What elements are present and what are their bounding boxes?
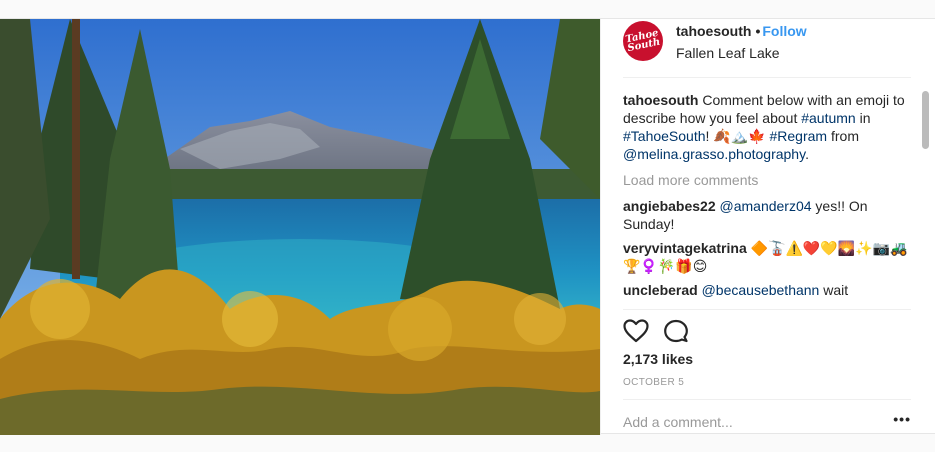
post-sidebar: Tahoe South tahoesouth • Follow Fallen Lea… — [600, 19, 935, 436]
comment-item: veryvintagekatrina 🔶🚡⚠️❤️💛🌄✨📷🚜 🏆♀️🎋🎁😊 — [623, 239, 913, 275]
action-bar — [623, 319, 689, 345]
avatar[interactable]: Tahoe South — [623, 21, 663, 61]
post-username[interactable]: tahoesouth — [676, 23, 751, 39]
header-line: tahoesouth • Follow — [676, 23, 807, 39]
separator-dot: • — [755, 23, 761, 39]
comment-bubble-icon[interactable] — [663, 319, 689, 345]
post-date[interactable]: OCTOBER 5 — [623, 377, 684, 388]
location-link[interactable]: Fallen Leaf Lake — [676, 45, 780, 61]
heart-icon[interactable] — [623, 319, 649, 345]
comment-username[interactable]: angiebabes22 — [623, 198, 716, 214]
comment-username[interactable]: uncleberad — [623, 282, 698, 298]
hashtag-link[interactable]: #TahoeSouth — [623, 128, 706, 144]
divider — [623, 309, 911, 310]
likes-count[interactable]: 2,173 likes — [623, 351, 693, 367]
comment-text: wait — [819, 282, 849, 298]
comment-mention[interactable]: @becausebethann — [702, 282, 820, 298]
hashtag-link[interactable]: #autumn — [801, 110, 855, 126]
caption-text: in — [855, 110, 871, 126]
caption-text: ! 🍂🏔️🍁 — [705, 128, 770, 144]
post-header: Tahoe South tahoesouth • Follow Fallen Lea… — [601, 19, 935, 91]
avatar-logo-text: Tahoe South — [624, 27, 662, 55]
instagram-post: Tahoe South tahoesouth • Follow Fallen Lea… — [0, 18, 935, 436]
comment-item: uncleberad @becausebethann wait — [623, 281, 913, 299]
comments-scrollbar[interactable] — [921, 91, 929, 307]
hashtag-link[interactable]: #Regram — [770, 128, 828, 144]
comment-username[interactable]: veryvintagekatrina — [623, 240, 747, 256]
divider — [623, 77, 911, 78]
post-photo[interactable] — [0, 19, 600, 435]
comment-mention[interactable]: @amanderz04 — [720, 198, 812, 214]
comments-list[interactable]: tahoesouth Comment below with an emoji t… — [623, 91, 913, 307]
caption-text: from — [827, 128, 859, 144]
more-options-button[interactable]: ••• — [893, 412, 911, 426]
scrollbar-thumb[interactable] — [922, 91, 929, 149]
add-comment-input[interactable] — [623, 408, 873, 436]
follow-button[interactable]: Follow — [762, 23, 806, 39]
caption-text: . — [805, 146, 809, 162]
comment-item: angiebabes22 @amanderz04 yes!! On Sunday… — [623, 197, 913, 233]
mention-link[interactable]: @melina.grasso.photography — [623, 146, 805, 162]
caption-username[interactable]: tahoesouth — [623, 92, 698, 108]
load-more-comments-button[interactable]: Load more comments — [623, 171, 913, 189]
caption: tahoesouth Comment below with an emoji t… — [623, 91, 913, 163]
lake-landscape-image — [0, 19, 600, 435]
divider — [623, 399, 911, 400]
